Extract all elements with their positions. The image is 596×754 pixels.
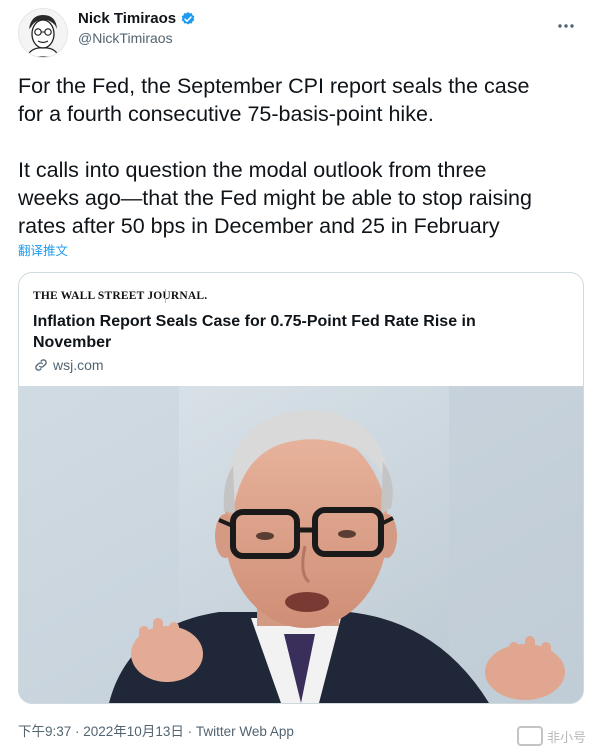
- card-domain-text: wsj.com: [53, 357, 104, 373]
- author-handle[interactable]: @NickTimiraos: [78, 30, 196, 46]
- article-photo[interactable]: [19, 386, 583, 703]
- watermark-logo-icon: [516, 726, 543, 746]
- speaker-photo-illustration: [19, 386, 583, 703]
- card-header: THE WALL STREET JOURNAL. Inflation Repor…: [19, 273, 583, 386]
- more-options-icon[interactable]: [554, 14, 578, 38]
- verified-badge-icon: [181, 11, 195, 25]
- watermark-label: 非小号: [546, 729, 586, 745]
- link-preview-card[interactable]: THE WALL STREET JOURNAL. Inflation Repor…: [18, 272, 584, 704]
- masthead-divider: [165, 289, 166, 303]
- translate-tweet-link[interactable]: 翻译推文: [18, 240, 68, 259]
- author-avatar[interactable]: [18, 8, 68, 58]
- author-name[interactable]: Nick Timiraos: [78, 10, 176, 27]
- tweet-header: Nick Timiraos @NickTimiraos: [18, 8, 596, 58]
- tweet-timestamp-meta[interactable]: 下午9:37 · 2022年10月13日 · Twitter Web App: [18, 720, 294, 740]
- ellipsis-icon: [558, 24, 574, 28]
- watermark: 非小号: [516, 726, 586, 746]
- link-icon: [35, 359, 47, 371]
- avatar-portrait-icon: [19, 9, 67, 57]
- author-block: Nick Timiraos @NickTimiraos: [78, 10, 196, 46]
- card-title[interactable]: Inflation Report Seals Case for 0.75-Poi…: [33, 311, 553, 353]
- tweet-text: For the Fed, the September CPI report se…: [18, 74, 532, 238]
- card-domain: wsj.com: [33, 357, 104, 373]
- publisher-masthead: THE WALL STREET JOURNAL.: [33, 290, 208, 302]
